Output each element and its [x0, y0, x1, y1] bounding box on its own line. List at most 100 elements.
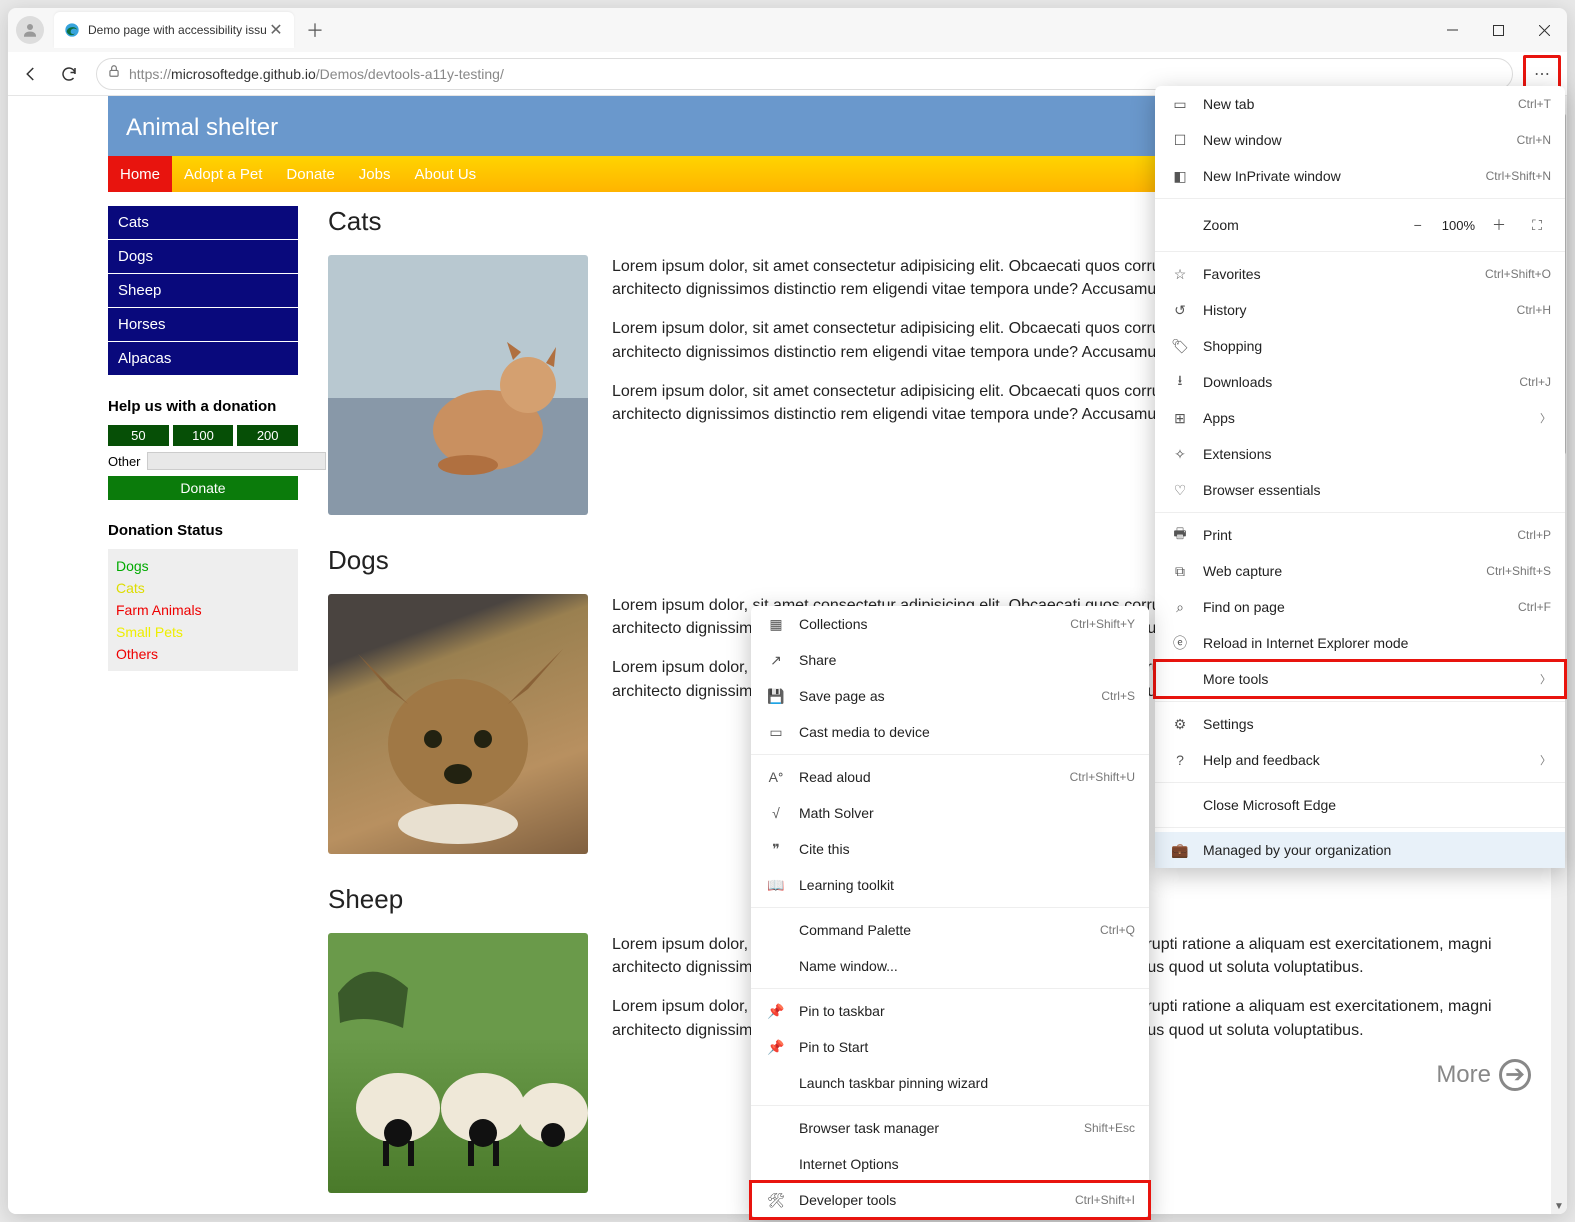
sub-learning[interactable]: 📖Learning toolkit: [751, 867, 1149, 903]
history-icon: ↺: [1169, 302, 1191, 319]
browser-menu: ▭New tabCtrl+T ☐New windowCtrl+N ◧New In…: [1155, 86, 1565, 868]
donate-button[interactable]: Donate: [108, 476, 298, 500]
inprivate-icon: ◧: [1169, 168, 1191, 185]
scroll-down-icon[interactable]: ▼: [1551, 1198, 1567, 1214]
menu-zoom: Zoom − 100% ＋ ⛶: [1155, 203, 1565, 247]
sidebar-sheep[interactable]: Sheep: [108, 274, 298, 308]
sheep-image: [328, 933, 588, 1193]
zoom-out-button[interactable]: −: [1404, 211, 1432, 239]
share-icon: ↗: [765, 652, 787, 669]
more-label: More: [1436, 1058, 1491, 1093]
sub-pin-start[interactable]: 📌Pin to Start: [751, 1029, 1149, 1065]
status-dogs[interactable]: Dogs: [116, 555, 290, 577]
profile-button[interactable]: [16, 16, 44, 44]
dog-image: [328, 594, 588, 854]
back-button[interactable]: [14, 57, 48, 91]
menu-print[interactable]: 🖶PrintCtrl+P: [1155, 517, 1565, 553]
new-tab-icon: ▭: [1169, 96, 1191, 113]
menu-apps[interactable]: ⊞Apps〉: [1155, 400, 1565, 436]
menu-new-inprivate[interactable]: ◧New InPrivate windowCtrl+Shift+N: [1155, 158, 1565, 194]
maximize-button[interactable]: [1475, 12, 1521, 48]
menu-more-tools[interactable]: More tools〉: [1155, 661, 1565, 697]
sub-pin-wizard[interactable]: Launch taskbar pinning wizard: [751, 1065, 1149, 1101]
zoom-value: 100%: [1442, 218, 1475, 233]
sidebar: Cats Dogs Sheep Horses Alpacas Help us w…: [108, 206, 298, 1214]
menu-find[interactable]: ⌕Find on pageCtrl+F: [1155, 589, 1565, 625]
donate-50[interactable]: 50: [108, 425, 169, 446]
menu-shopping[interactable]: 🏷Shopping: [1155, 328, 1565, 364]
menu-history[interactable]: ↺HistoryCtrl+H: [1155, 292, 1565, 328]
cast-icon: ▭: [765, 724, 787, 741]
zoom-in-button[interactable]: ＋: [1485, 211, 1513, 239]
more-tools-submenu: ▦CollectionsCtrl+Shift+Y ↗Share 💾Save pa…: [751, 606, 1149, 1218]
new-tab-button[interactable]: ＋: [300, 15, 330, 45]
nav-jobs[interactable]: Jobs: [347, 156, 403, 192]
math-icon: √: [765, 805, 787, 821]
extensions-icon: ✧: [1169, 446, 1191, 463]
sub-read-aloud[interactable]: AᐤRead aloudCtrl+Shift+U: [751, 759, 1149, 795]
devtools-icon: 🛠: [765, 1192, 787, 1209]
sub-save-as[interactable]: 💾Save page asCtrl+S: [751, 678, 1149, 714]
menu-settings[interactable]: ⚙Settings: [1155, 706, 1565, 742]
sidebar-cats[interactable]: Cats: [108, 206, 298, 240]
sub-task-manager[interactable]: Browser task managerShift+Esc: [751, 1110, 1149, 1146]
donate-other-label: Other: [108, 454, 141, 469]
sidebar-alpacas[interactable]: Alpacas: [108, 342, 298, 376]
address-bar[interactable]: https://microsoftedge.github.io/Demos/de…: [96, 58, 1513, 90]
sub-collections[interactable]: ▦CollectionsCtrl+Shift+Y: [751, 606, 1149, 642]
status-small-pets[interactable]: Small Pets: [116, 621, 290, 643]
menu-new-window[interactable]: ☐New windowCtrl+N: [1155, 122, 1565, 158]
donate-100[interactable]: 100: [173, 425, 234, 446]
status-farm[interactable]: Farm Animals: [116, 599, 290, 621]
sub-cite[interactable]: ❞Cite this: [751, 831, 1149, 867]
gear-icon: ⚙: [1169, 716, 1191, 733]
status-cats[interactable]: Cats: [116, 577, 290, 599]
fullscreen-button[interactable]: ⛶: [1523, 211, 1551, 239]
sub-cast[interactable]: ▭Cast media to device: [751, 714, 1149, 750]
nav-adopt[interactable]: Adopt a Pet: [172, 156, 274, 192]
sub-cmd-palette[interactable]: Command PaletteCtrl+Q: [751, 912, 1149, 948]
sub-share[interactable]: ↗Share: [751, 642, 1149, 678]
browser-tab[interactable]: Demo page with accessibility issu ✕: [54, 12, 294, 48]
star-icon: ☆: [1169, 266, 1191, 283]
menu-reload-ie[interactable]: ⓔReload in Internet Explorer mode: [1155, 625, 1565, 661]
menu-close-edge[interactable]: Close Microsoft Edge: [1155, 787, 1565, 823]
nav-donate[interactable]: Donate: [274, 156, 346, 192]
print-icon: 🖶: [1169, 523, 1191, 547]
read-aloud-icon: Aᐤ: [765, 769, 787, 786]
menu-help[interactable]: ?Help and feedback〉: [1155, 742, 1565, 778]
donate-200[interactable]: 200: [237, 425, 298, 446]
minimize-button[interactable]: [1429, 12, 1475, 48]
sub-math[interactable]: √Math Solver: [751, 795, 1149, 831]
zoom-label: Zoom: [1203, 217, 1394, 233]
new-window-icon: ☐: [1169, 132, 1191, 149]
menu-downloads[interactable]: ⭳DownloadsCtrl+J: [1155, 364, 1565, 400]
menu-new-tab[interactable]: ▭New tabCtrl+T: [1155, 86, 1565, 122]
donate-other-input[interactable]: [147, 452, 326, 470]
menu-favorites[interactable]: ☆FavoritesCtrl+Shift+O: [1155, 256, 1565, 292]
menu-extensions[interactable]: ✧Extensions: [1155, 436, 1565, 472]
apps-icon: ⊞: [1169, 410, 1191, 427]
refresh-button[interactable]: [52, 57, 86, 91]
titlebar: Demo page with accessibility issu ✕ ＋: [8, 8, 1567, 52]
sub-pin-taskbar[interactable]: 📌Pin to taskbar: [751, 993, 1149, 1029]
sub-internet-options[interactable]: Internet Options: [751, 1146, 1149, 1182]
edge-favicon-icon: [64, 22, 80, 38]
menu-managed[interactable]: 💼Managed by your organization: [1155, 832, 1565, 868]
menu-essentials[interactable]: ♡Browser essentials: [1155, 472, 1565, 508]
close-window-button[interactable]: [1521, 12, 1567, 48]
collections-icon: ▦: [765, 616, 787, 633]
sidebar-dogs[interactable]: Dogs: [108, 240, 298, 274]
tab-close-button[interactable]: ✕: [268, 22, 284, 38]
cite-icon: ❞: [765, 841, 787, 858]
nav-about[interactable]: About Us: [402, 156, 488, 192]
save-icon: 💾: [765, 688, 787, 705]
nav-home[interactable]: Home: [108, 156, 172, 192]
sub-name-window[interactable]: Name window...: [751, 948, 1149, 984]
sub-developer-tools[interactable]: 🛠Developer toolsCtrl+Shift+I: [751, 1182, 1149, 1218]
settings-menu-button[interactable]: ⋯: [1527, 59, 1557, 89]
menu-webcapture[interactable]: ⧉Web captureCtrl+Shift+S: [1155, 553, 1565, 589]
status-others[interactable]: Others: [116, 643, 290, 665]
sidebar-horses[interactable]: Horses: [108, 308, 298, 342]
capture-icon: ⧉: [1169, 563, 1191, 580]
